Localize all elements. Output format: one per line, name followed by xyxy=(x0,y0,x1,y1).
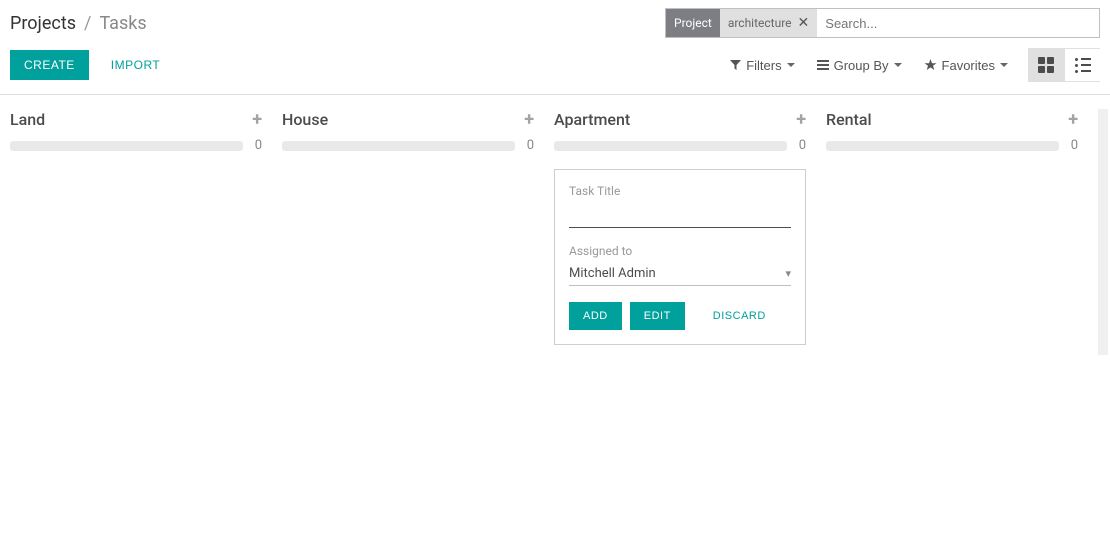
kanban-icon xyxy=(1038,57,1054,73)
search-bar[interactable]: Project architecture ✕ xyxy=(665,8,1100,38)
list-view-button[interactable] xyxy=(1064,48,1100,82)
column-count: 0 xyxy=(527,138,534,153)
plus-icon[interactable]: + xyxy=(796,109,806,130)
column-title[interactable]: Apartment xyxy=(554,110,630,129)
funnel-icon xyxy=(730,60,741,71)
assigned-to-label: Assigned to xyxy=(569,244,791,258)
chevron-down-icon xyxy=(894,63,902,67)
groupby-button[interactable]: Group By xyxy=(817,58,902,73)
column-progress xyxy=(10,141,243,151)
column-count: 0 xyxy=(255,138,262,153)
column-title[interactable]: House xyxy=(282,110,328,129)
filters-label: Filters xyxy=(746,58,781,73)
column-title[interactable]: Land xyxy=(10,110,45,129)
column-count: 0 xyxy=(1071,138,1078,153)
breadcrumb: Projects / Tasks xyxy=(10,13,147,34)
breadcrumb-separator: / xyxy=(84,13,91,34)
groupby-label: Group By xyxy=(834,58,889,73)
plus-icon[interactable]: + xyxy=(252,109,262,130)
chevron-down-icon xyxy=(787,63,795,67)
discard-button[interactable]: DISCARD xyxy=(703,302,776,330)
chevron-down-icon: ▾ xyxy=(785,267,791,280)
kanban-column-rental: Rental + 0 xyxy=(826,99,1098,355)
star-icon xyxy=(924,59,937,71)
search-facet-text: architecture xyxy=(728,16,792,30)
assigned-to-select[interactable]: Mitchell Admin ▾ xyxy=(569,264,791,286)
close-icon[interactable]: ✕ xyxy=(798,15,810,31)
quick-create-card: Task Title Assigned to Mitchell Admin ▾ … xyxy=(554,169,806,345)
column-title[interactable]: Rental xyxy=(826,110,872,129)
search-facet: Project architecture ✕ xyxy=(666,9,817,37)
column-progress xyxy=(282,141,515,151)
favorites-button[interactable]: Favorites xyxy=(924,58,1008,73)
fold-column[interactable] xyxy=(1098,109,1108,355)
add-button[interactable]: ADD xyxy=(569,302,622,330)
import-button[interactable]: IMPORT xyxy=(101,50,170,80)
search-facet-label: Project xyxy=(666,9,720,37)
column-progress xyxy=(554,141,787,151)
plus-icon[interactable]: + xyxy=(1068,109,1078,130)
column-count: 0 xyxy=(799,138,806,153)
filters-button[interactable]: Filters xyxy=(730,58,794,73)
list-lines-icon xyxy=(817,60,829,70)
chevron-down-icon xyxy=(1000,63,1008,67)
kanban-column-land: Land + 0 xyxy=(10,99,282,355)
search-facet-value: architecture ✕ xyxy=(720,9,817,37)
task-title-input[interactable] xyxy=(569,204,791,228)
kanban-column-apartment: Apartment + 0 Task Title Assigned to Mit… xyxy=(554,99,826,355)
breadcrumb-current: Tasks xyxy=(99,13,146,34)
plus-icon[interactable]: + xyxy=(524,109,534,130)
kanban-column-house: House + 0 xyxy=(282,99,554,355)
favorites-label: Favorites xyxy=(942,58,995,73)
assigned-to-value: Mitchell Admin xyxy=(569,266,656,281)
kanban-view-button[interactable] xyxy=(1028,48,1064,82)
list-icon xyxy=(1075,58,1091,73)
create-button[interactable]: CREATE xyxy=(10,50,89,80)
breadcrumb-root[interactable]: Projects xyxy=(10,13,76,34)
edit-button[interactable]: EDIT xyxy=(630,302,685,330)
kanban-board: Land + 0 House + 0 Apartment + 0 Task Ti… xyxy=(0,95,1110,355)
task-title-label: Task Title xyxy=(569,184,791,198)
search-input[interactable] xyxy=(817,9,1099,37)
column-progress xyxy=(826,141,1059,151)
